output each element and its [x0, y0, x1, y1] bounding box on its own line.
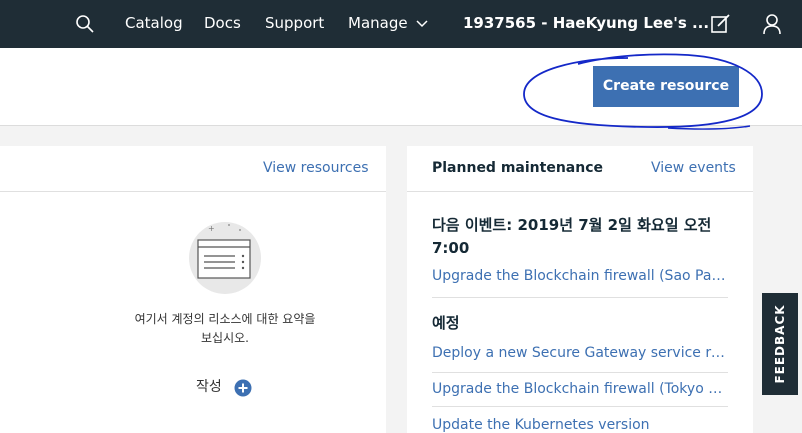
create-resource-link[interactable]: 작성 — [196, 376, 222, 396]
scheduled-heading: 예정 — [432, 314, 460, 332]
event-link[interactable]: Update the Kubernetes version — [432, 417, 728, 433]
account-switcher[interactable]: 1937565 - HaeKyung Lee's ... — [463, 0, 709, 48]
add-icon[interactable] — [234, 379, 252, 397]
create-resource-button[interactable]: Create resource — [593, 66, 739, 107]
card-divider — [407, 191, 753, 192]
event-divider — [432, 297, 728, 298]
view-resources-link[interactable]: View resources — [263, 160, 369, 176]
top-navigation-bar: Catalog Docs Support Manage 1937565 - Ha… — [0, 0, 802, 48]
feedback-label: FEEDBACK — [773, 304, 787, 384]
card-divider — [0, 191, 386, 192]
nav-manage[interactable]: Manage — [348, 0, 408, 48]
planned-maintenance-title: Planned maintenance — [432, 160, 603, 176]
event-divider — [432, 372, 728, 373]
nav-docs[interactable]: Docs — [204, 0, 241, 48]
event-link[interactable]: Upgrade the Blockchain firewall (Sao Pau… — [432, 268, 728, 284]
svg-text:+: + — [208, 224, 215, 233]
event-link[interactable]: Deploy a new Secure Gateway service rele… — [432, 345, 728, 361]
chevron-down-icon[interactable] — [415, 17, 429, 31]
empty-resources-illustration: + — [189, 222, 261, 294]
edit-icon[interactable] — [710, 13, 732, 35]
next-event-heading: 다음 이벤트: 2019년 7월 2일 화요일 오전 7:00 — [432, 216, 712, 257]
empty-message-line-1: 여기서 계정의 리소스에 대한 요약을 — [134, 312, 316, 326]
user-icon[interactable] — [762, 13, 782, 35]
feedback-tab[interactable]: FEEDBACK — [762, 293, 798, 395]
nav-support[interactable]: Support — [265, 0, 324, 48]
view-events-link[interactable]: View events — [651, 160, 736, 176]
event-link[interactable]: Upgrade the Blockchain firewall (Tokyo d… — [432, 381, 728, 397]
search-icon[interactable] — [75, 14, 95, 34]
empty-resources-message: 여기서 계정의 리소스에 대한 요약을 보십시오. — [100, 310, 350, 348]
nav-catalog[interactable]: Catalog — [125, 0, 183, 48]
empty-message-line-2: 보십시오. — [201, 331, 249, 345]
event-divider — [432, 406, 728, 407]
